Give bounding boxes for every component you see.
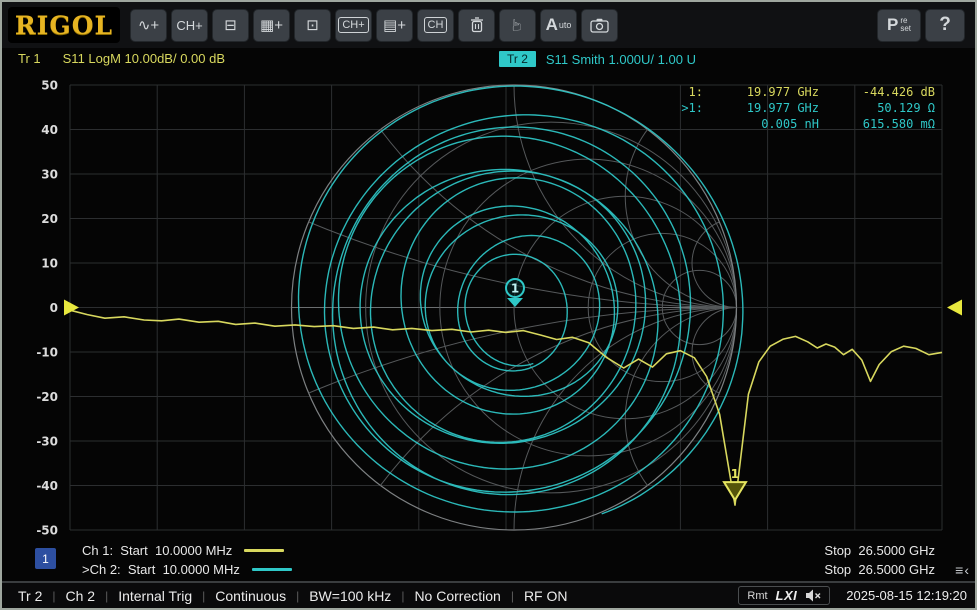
status-separator: |: [401, 589, 404, 603]
window-trace-icon: ⊡: [306, 18, 319, 33]
status-item[interactable]: Tr 2: [18, 588, 42, 604]
delete-button[interactable]: [458, 9, 495, 42]
screenshot-button[interactable]: [581, 9, 618, 42]
trace-new-button[interactable]: ∿+: [130, 9, 167, 42]
channel-file-button[interactable]: CH: [417, 9, 454, 42]
lxi-logo: LXI: [776, 588, 798, 603]
trace1-color-swatch: [244, 549, 284, 552]
channel-file-icon: CH: [424, 17, 448, 33]
help-button[interactable]: ?: [925, 9, 965, 42]
y-axis-label: 30: [41, 168, 58, 182]
svg-text:1: 1: [731, 467, 739, 481]
marker-1-logmag[interactable]: 1: [724, 467, 746, 500]
channel1-start[interactable]: Ch 1: Start 10.0000 MHz: [82, 541, 292, 560]
svg-text:1: 1: [511, 282, 519, 296]
marker-row-tr1: 1: 19.977 GHz -44.426 dB: [665, 84, 935, 100]
rigol-logo: RIGOL: [8, 7, 120, 43]
help-icon: ?: [939, 14, 951, 36]
trace-add-icon: ∿+: [138, 18, 159, 33]
window-trace-button[interactable]: ⊡: [294, 9, 331, 42]
y-axis-label: -20: [36, 390, 58, 404]
window-number-badge: 1: [35, 548, 56, 569]
y-axis-label: -40: [36, 479, 58, 493]
channel-stops: Stop 26.5000 GHz Stop 26.5000 GHz: [824, 541, 935, 579]
y-axis-label: -50: [36, 524, 58, 538]
remote-indicator: Rmt: [747, 590, 767, 602]
status-items: Tr 2 | Ch 2 | Internal Trig | Continuous | BW=10…: [18, 588, 568, 604]
trace-file-icon: ▤+: [383, 18, 406, 33]
plot-area[interactable]: 1 1 50 40 30 20 10 0 -10 -20 -30 -40 -50: [2, 74, 977, 540]
status-separator: |: [105, 589, 108, 603]
menu-collapse-icon[interactable]: ≡‹: [955, 562, 969, 578]
marker-readout: 1: 19.977 GHz -44.426 dB >1: 19.977 GHz …: [665, 84, 935, 132]
y-axis-label: 50: [41, 79, 58, 93]
channel-new-button[interactable]: CH+: [171, 9, 208, 42]
channel2-stop[interactable]: Stop 26.5000 GHz: [824, 560, 935, 579]
channel-copy-icon: CH+: [338, 17, 368, 33]
trace2-color-swatch: [252, 568, 292, 571]
status-right: Rmt LXI 2025-08-15 12:19:20: [738, 586, 967, 605]
auto-scale-button[interactable]: Auto: [540, 9, 577, 42]
channel-rows: Ch 1: Start 10.0000 MHz >Ch 2: Start 10.…: [82, 541, 292, 579]
channel-add-icon: CH+: [176, 19, 202, 32]
table-icon: ▦+: [260, 18, 283, 33]
status-bar: Tr 2 | Ch 2 | Internal Trig | Continuous | BW=10…: [2, 581, 975, 608]
status-item[interactable]: Continuous: [215, 588, 286, 604]
touch-icon: ☞: [508, 18, 528, 32]
remote-lxi-box: Rmt LXI: [738, 586, 830, 605]
vna-screen: RIGOL ∿+ CH+ ⊟ ▦+ ⊡ CH+ ▤+ CH ☞ Auto: [0, 0, 977, 610]
status-item[interactable]: Internal Trig: [118, 588, 192, 604]
trace2-header[interactable]: Tr 2 S11 Smith 1.000U/ 1.00 U: [499, 51, 696, 67]
ref-level-marker-left[interactable]: [64, 300, 79, 316]
trace-headers: Tr 1S11 LogM 10.00dB/ 0.00 dB Tr 2 S11 S…: [2, 51, 975, 73]
channel1-stop[interactable]: Stop 26.5000 GHz: [824, 541, 935, 560]
y-axis-label: 0: [50, 301, 58, 315]
datetime: 2025-08-15 12:19:20: [846, 588, 967, 603]
camera-icon: [590, 18, 609, 33]
marker-row-tr2-extra: 0.005 nH 615.580 mΩ: [665, 116, 935, 132]
trace-file-button[interactable]: ▤+: [376, 9, 413, 42]
y-axis-label: 20: [41, 212, 58, 226]
ref-level-marker-right[interactable]: [947, 300, 962, 316]
trace1-header[interactable]: Tr 1S11 LogM 10.00dB/ 0.00 dB: [18, 51, 225, 66]
channel-panel: 1 Ch 1: Start 10.0000 MHz >Ch 2: Start 1…: [2, 540, 975, 584]
channel2-start[interactable]: >Ch 2: Start 10.0000 MHz: [82, 560, 292, 579]
status-separator: |: [202, 589, 205, 603]
y-axis-label: -10: [36, 346, 58, 360]
y-axis-label: -30: [36, 435, 58, 449]
toolbar-right: P re set ?: [877, 9, 969, 42]
status-item[interactable]: RF ON: [524, 588, 568, 604]
auto-icon: A: [546, 15, 558, 35]
window-layout-button[interactable]: ⊟: [212, 9, 249, 42]
status-item[interactable]: BW=100 kHz: [309, 588, 391, 604]
status-item[interactable]: No Correction: [414, 588, 500, 604]
trash-icon: [470, 17, 484, 33]
y-axis-label: 10: [41, 257, 58, 271]
status-separator: |: [52, 589, 55, 603]
window-layout-icon: ⊟: [224, 18, 237, 33]
status-separator: |: [511, 589, 514, 603]
touch-mode-button[interactable]: ☞: [499, 9, 536, 42]
status-item[interactable]: Ch 2: [66, 588, 96, 604]
marker-1-smith[interactable]: 1: [506, 279, 524, 307]
toolbar: RIGOL ∿+ CH+ ⊟ ▦+ ⊡ CH+ ▤+ CH ☞ Auto: [2, 2, 975, 48]
y-axis-label: 40: [41, 123, 58, 137]
preset-button[interactable]: P re set: [877, 9, 921, 42]
y-axis-labels: 50 40 30 20 10 0 -10 -20 -30 -40 -50: [36, 79, 58, 538]
speaker-mute-icon[interactable]: [805, 589, 821, 602]
marker-row-tr2: >1: 19.977 GHz 50.129 Ω: [665, 100, 935, 116]
channel-copy-button[interactable]: CH+: [335, 9, 372, 42]
measurement-table-button[interactable]: ▦+: [253, 9, 290, 42]
status-separator: |: [296, 589, 299, 603]
trace2-active-badge: Tr 2: [499, 51, 536, 67]
